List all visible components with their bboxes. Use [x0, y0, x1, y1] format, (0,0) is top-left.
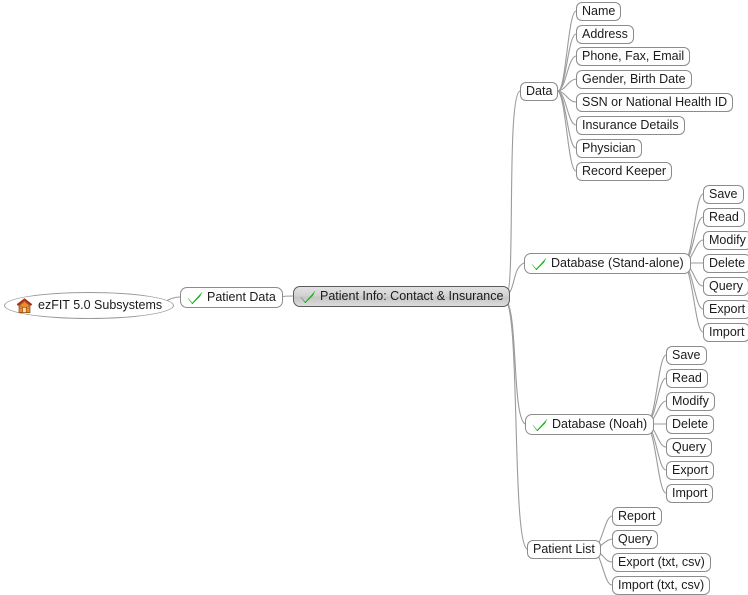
- node-database-noah[interactable]: Database (Noah): [525, 414, 655, 435]
- check-icon: [300, 290, 316, 304]
- root-node-label: ezFIT 5.0 Subsystems: [38, 298, 163, 313]
- node-label: SSN or National Health ID: [582, 95, 728, 110]
- node-patient-list-import[interactable]: Import (txt, csv): [612, 576, 711, 595]
- node-data-child-ssn[interactable]: SSN or National Health ID: [576, 93, 734, 112]
- node-label: Import: [672, 486, 708, 501]
- node-patient-list-report[interactable]: Report: [612, 507, 662, 526]
- node-standalone-export[interactable]: Export: [703, 300, 748, 319]
- node-patient-data-label: Patient Data: [207, 290, 276, 305]
- node-patient-info-selected[interactable]: Patient Info: Contact & Insurance: [293, 286, 511, 307]
- node-standalone-query[interactable]: Query: [703, 277, 748, 296]
- node-data-child-record-keeper[interactable]: Record Keeper: [576, 162, 673, 181]
- node-label: Export: [672, 463, 709, 478]
- node-label: Query: [672, 440, 707, 455]
- node-label: Modify: [709, 233, 746, 248]
- node-label: Record Keeper: [582, 164, 667, 179]
- node-noah-export[interactable]: Export: [666, 461, 715, 480]
- node-noah-query[interactable]: Query: [666, 438, 713, 457]
- node-label: Export (txt, csv): [618, 555, 705, 570]
- node-patient-data[interactable]: Patient Data: [180, 287, 283, 308]
- node-patient-list-query[interactable]: Query: [612, 530, 659, 549]
- node-label: Report: [618, 509, 656, 524]
- node-data-child-phone[interactable]: Phone, Fax, Email: [576, 47, 691, 66]
- node-label: Import (txt, csv): [618, 578, 705, 593]
- node-data-label: Data: [526, 84, 553, 99]
- home-icon: [16, 297, 33, 314]
- check-icon: [531, 257, 547, 271]
- node-label: Save: [709, 187, 738, 202]
- node-data[interactable]: Data: [520, 82, 559, 101]
- root-node[interactable]: ezFIT 5.0 Subsystems: [4, 292, 175, 319]
- node-patient-info-label: Patient Info: Contact & Insurance: [320, 289, 504, 304]
- node-label: Query: [709, 279, 744, 294]
- node-label: Read: [709, 210, 739, 225]
- node-data-child-physician[interactable]: Physician: [576, 139, 642, 158]
- node-patient-list-label: Patient List: [533, 542, 595, 557]
- node-database-standalone-label: Database (Stand-alone): [551, 256, 684, 271]
- node-data-child-address[interactable]: Address: [576, 25, 634, 44]
- node-patient-list-export[interactable]: Export (txt, csv): [612, 553, 711, 572]
- node-noah-import[interactable]: Import: [666, 484, 714, 503]
- node-label: Save: [672, 348, 701, 363]
- node-label: Export: [709, 302, 746, 317]
- node-label: Phone, Fax, Email: [582, 49, 685, 64]
- node-standalone-save[interactable]: Save: [703, 185, 744, 204]
- node-standalone-import[interactable]: Import: [703, 323, 748, 342]
- node-standalone-modify[interactable]: Modify: [703, 231, 748, 250]
- node-label: Import: [709, 325, 745, 340]
- node-database-standalone[interactable]: Database (Stand-alone): [524, 253, 691, 274]
- node-standalone-delete[interactable]: Delete: [703, 254, 748, 273]
- node-label: Insurance Details: [582, 118, 679, 133]
- node-standalone-read[interactable]: Read: [703, 208, 745, 227]
- node-label: Delete: [709, 256, 746, 271]
- node-label: Query: [618, 532, 653, 547]
- check-icon: [187, 291, 203, 305]
- node-label: Read: [672, 371, 702, 386]
- node-data-child-name[interactable]: Name: [576, 2, 622, 21]
- node-data-child-gender[interactable]: Gender, Birth Date: [576, 70, 692, 89]
- node-data-child-insurance[interactable]: Insurance Details: [576, 116, 685, 135]
- node-label: Delete: [672, 417, 709, 432]
- node-label: Name: [582, 4, 616, 19]
- mindmap-canvas: ezFIT 5.0 Subsystems Patient Data Patien…: [0, 0, 748, 595]
- node-noah-save[interactable]: Save: [666, 346, 707, 365]
- node-label: Address: [582, 27, 628, 42]
- check-icon: [532, 418, 548, 432]
- node-label: Modify: [672, 394, 709, 409]
- node-label: Gender, Birth Date: [582, 72, 686, 87]
- node-patient-list[interactable]: Patient List: [527, 540, 601, 559]
- node-noah-read[interactable]: Read: [666, 369, 708, 388]
- node-label: Physician: [582, 141, 636, 156]
- node-noah-modify[interactable]: Modify: [666, 392, 715, 411]
- node-noah-delete[interactable]: Delete: [666, 415, 715, 434]
- node-database-noah-label: Database (Noah): [552, 417, 648, 432]
